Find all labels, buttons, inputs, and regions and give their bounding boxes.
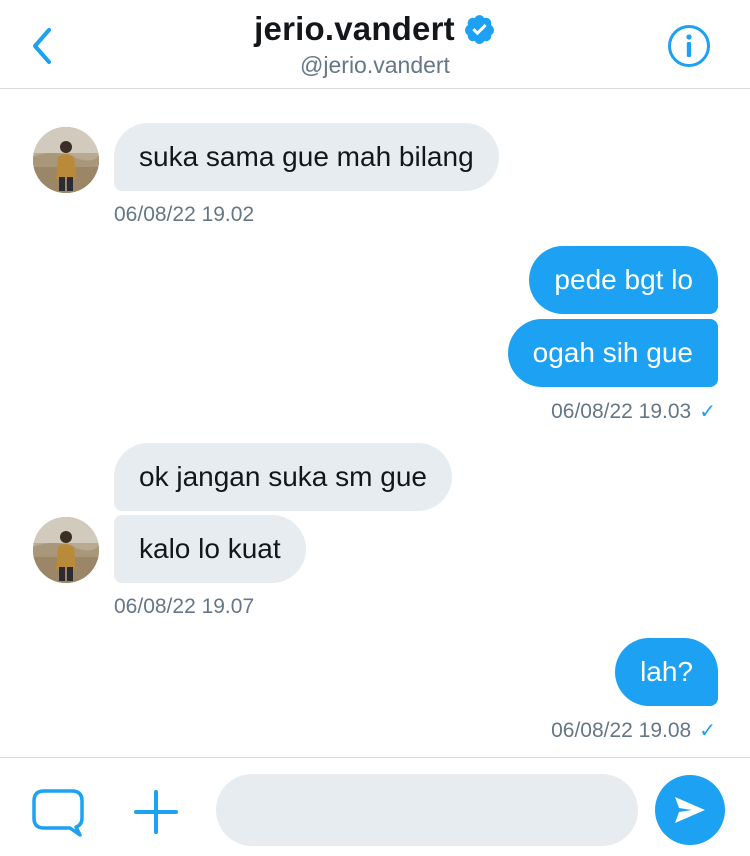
message-bubble[interactable]: ok jangan suka sm gue bbox=[114, 443, 452, 511]
profile-photo bbox=[33, 127, 99, 193]
plus-icon bbox=[134, 790, 178, 834]
message-timestamp: 06/08/22 19.02 bbox=[114, 203, 255, 226]
message-timestamp: 06/08/22 19.08 ✓ bbox=[551, 719, 716, 742]
media-icon bbox=[32, 789, 84, 837]
conversation-title-block: jerio.vandert @jerio.vandert bbox=[0, 10, 750, 79]
verified-badge-icon bbox=[464, 14, 494, 44]
sent-check-icon: ✓ bbox=[699, 720, 716, 742]
message-text: ok jangan suka sm gue bbox=[139, 461, 427, 492]
message-text: kalo lo kuat bbox=[139, 533, 281, 564]
add-button[interactable] bbox=[132, 788, 180, 836]
conversation-title[interactable]: jerio.vandert bbox=[254, 10, 455, 48]
message-text: suka sama gue mah bilang bbox=[139, 141, 474, 172]
media-button[interactable] bbox=[30, 788, 88, 838]
message-bubble[interactable]: kalo lo kuat bbox=[114, 515, 306, 583]
sent-check-icon: ✓ bbox=[699, 401, 716, 423]
message-composer bbox=[0, 757, 750, 856]
send-button[interactable] bbox=[655, 775, 725, 845]
message-bubble[interactable]: suka sama gue mah bilang bbox=[114, 123, 499, 191]
message-bubble[interactable]: ogah sih gue bbox=[507, 319, 718, 387]
avatar[interactable] bbox=[33, 127, 99, 193]
message-bubble[interactable]: pede bgt lo bbox=[529, 246, 718, 314]
send-icon bbox=[675, 797, 705, 823]
info-button[interactable] bbox=[667, 24, 711, 68]
message-input[interactable] bbox=[216, 774, 638, 846]
message-list[interactable]: suka sama gue mah bilang 06/08/22 19.02 … bbox=[0, 89, 750, 756]
message-text: lah? bbox=[640, 656, 693, 687]
info-icon bbox=[668, 25, 710, 67]
avatar[interactable] bbox=[33, 517, 99, 583]
profile-photo bbox=[33, 517, 99, 583]
message-timestamp: 06/08/22 19.03 ✓ bbox=[551, 400, 716, 423]
conversation-header: jerio.vandert @jerio.vandert bbox=[0, 0, 750, 89]
message-text: pede bgt lo bbox=[554, 264, 693, 295]
conversation-handle: @jerio.vandert bbox=[300, 52, 450, 78]
message-timestamp: 06/08/22 19.07 bbox=[114, 595, 255, 618]
message-text: ogah sih gue bbox=[532, 337, 693, 368]
message-bubble[interactable]: lah? bbox=[615, 638, 718, 706]
